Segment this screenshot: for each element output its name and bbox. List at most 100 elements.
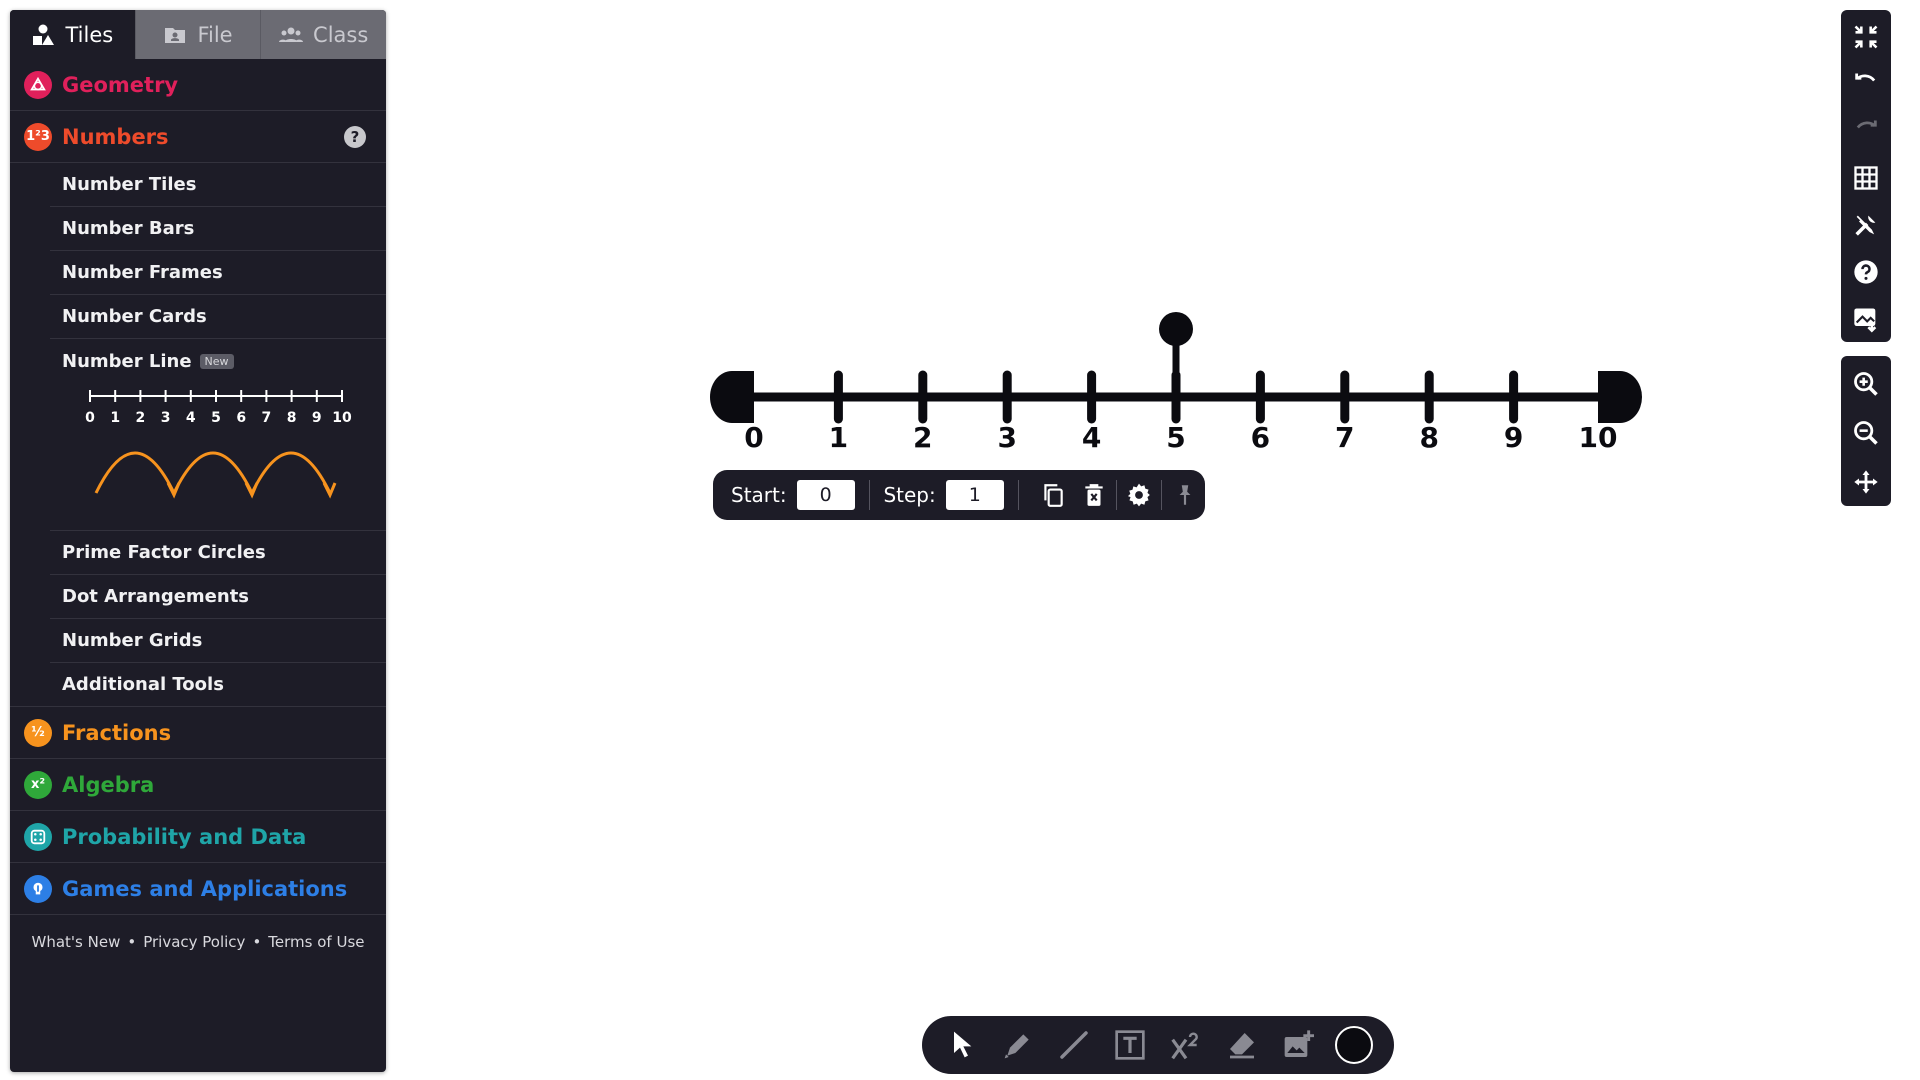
number-line-tile[interactable]: 0 1 2 3 4 5 6 7 8 9 10 — [700, 300, 1660, 460]
superscript-icon — [1171, 1032, 1198, 1060]
collapse-icon — [1854, 26, 1878, 49]
toolbar-separator — [1161, 480, 1163, 510]
category-fractions[interactable]: ½ Fractions — [10, 707, 386, 759]
panel-tabs: Tiles File Class — [10, 10, 386, 59]
category-algebra-label: Algebra — [62, 772, 155, 797]
select-tool-button[interactable] — [942, 1025, 982, 1065]
text-tool-button[interactable] — [1110, 1025, 1150, 1065]
number-line-tick-label: 4 — [1082, 421, 1101, 454]
zoom-in-button[interactable] — [1841, 360, 1891, 409]
number-line-right-cap[interactable] — [1598, 371, 1642, 423]
right-toolbar-main — [1841, 10, 1891, 342]
help-icon — [1854, 260, 1878, 284]
sidebar-item-prime-factor-circles[interactable]: Prime Factor Circles — [50, 531, 386, 575]
eraser-icon — [1230, 1033, 1254, 1059]
preview-tick-label: 2 — [136, 410, 146, 426]
algebra-icon: x² — [24, 770, 52, 799]
help-button[interactable] — [1841, 248, 1891, 295]
number-line-tick-label: 10 — [1579, 421, 1618, 454]
step-label: Step: — [883, 483, 936, 507]
color-swatch — [1335, 1026, 1373, 1064]
sidebar-item-number-bars[interactable]: Number Bars — [50, 207, 386, 251]
category-geometry[interactable]: Geometry — [10, 59, 386, 111]
tab-tiles[interactable]: Tiles — [10, 10, 135, 59]
item-label: Number Bars — [62, 218, 195, 239]
sidebar-item-number-frames[interactable]: Number Frames — [50, 251, 386, 295]
line-tool-button[interactable] — [1054, 1025, 1094, 1065]
item-label: Dot Arrangements — [62, 586, 250, 607]
item-label: Number Grids — [62, 630, 203, 651]
pen-icon — [1004, 1034, 1029, 1059]
right-toolbar-zoom — [1841, 356, 1891, 506]
tiles-panel: Tiles File Class Geometry 1²3 Numbers ? … — [10, 10, 386, 1072]
color-picker-button[interactable] — [1334, 1025, 1374, 1065]
undo-button[interactable] — [1841, 61, 1891, 108]
math-tool-button[interactable] — [1166, 1025, 1206, 1065]
insert-image-button[interactable] — [1278, 1025, 1318, 1065]
zoom-out-button[interactable] — [1841, 409, 1891, 458]
terms-of-use-link[interactable]: Terms of Use — [268, 933, 364, 951]
whats-new-link[interactable]: What's New — [32, 933, 121, 951]
export-image-button[interactable] — [1841, 295, 1891, 342]
number-line-marker[interactable] — [1159, 312, 1193, 346]
number-line-tick-label: 9 — [1504, 421, 1523, 454]
delete-button[interactable] — [1079, 478, 1108, 512]
dice-icon — [24, 822, 52, 851]
privacy-policy-link[interactable]: Privacy Policy — [143, 933, 245, 951]
start-input[interactable] — [796, 480, 855, 510]
fullscreen-exit-button[interactable] — [1841, 14, 1891, 61]
duplicate-button[interactable] — [1039, 478, 1068, 512]
tools-icon — [1855, 215, 1876, 236]
preview-tick-label: 0 — [85, 410, 95, 426]
sidebar-item-additional-tools[interactable]: Additional Tools — [10, 663, 386, 707]
text-box-icon — [1115, 1030, 1145, 1060]
category-probability-label: Probability and Data — [62, 824, 307, 849]
tab-tiles-label: Tiles — [65, 22, 114, 47]
numbers-help-icon[interactable]: ? — [344, 126, 366, 148]
preview-jump-arc — [250, 451, 332, 494]
preview-tick-label: 7 — [262, 410, 272, 426]
grid-button[interactable] — [1841, 155, 1891, 202]
preview-tick-label: 4 — [186, 410, 196, 426]
preview-tick-label: 9 — [312, 410, 322, 426]
category-numbers[interactable]: 1²3 Numbers ? — [10, 111, 386, 163]
tools-button[interactable] — [1841, 201, 1891, 248]
sidebar-item-number-grids[interactable]: Number Grids — [50, 619, 386, 663]
category-algebra[interactable]: x² Algebra — [10, 759, 386, 811]
tab-class[interactable]: Class — [260, 10, 386, 59]
preview-tick-label: 10 — [332, 410, 352, 426]
folder-icon — [165, 27, 186, 43]
number-line-tick-label: 0 — [744, 421, 763, 454]
sidebar-item-dot-arrangements[interactable]: Dot Arrangements — [50, 575, 386, 619]
preview-tick-label: 8 — [287, 410, 297, 426]
step-input[interactable] — [945, 480, 1004, 510]
redo-button[interactable] — [1841, 108, 1891, 155]
start-label: Start: — [731, 483, 787, 507]
item-label: Number Line — [62, 350, 192, 372]
number-line-preview[interactable]: 0 1 2 3 4 5 6 7 8 9 10 — [50, 383, 386, 531]
eraser-tool-button[interactable] — [1222, 1025, 1262, 1065]
sidebar-item-number-cards[interactable]: Number Cards — [50, 295, 386, 339]
pan-button[interactable] — [1841, 457, 1891, 506]
tab-class-label: Class — [313, 22, 369, 47]
sidebar-item-number-line[interactable]: Number Line New — [50, 339, 386, 383]
zoom-out-icon — [1854, 421, 1878, 445]
tab-file[interactable]: File — [134, 10, 261, 59]
panel-footer: What's New • Privacy Policy • Terms of Use — [10, 933, 386, 951]
number-line-tick-label: 3 — [997, 421, 1016, 454]
number-line-left-cap[interactable] — [710, 371, 754, 423]
category-numbers-label: Numbers — [62, 124, 169, 149]
sidebar-item-number-tiles[interactable]: Number Tiles — [50, 163, 386, 207]
preview-jump-arc — [172, 451, 254, 494]
numbers-icon: 1²3 — [24, 122, 52, 151]
image-download-icon — [1854, 308, 1877, 333]
lightbulb-icon — [24, 874, 52, 903]
item-label: Number Tiles — [62, 174, 197, 195]
category-games[interactable]: Games and Applications — [10, 863, 386, 915]
gear-icon — [1128, 483, 1150, 507]
category-probability[interactable]: Probability and Data — [10, 811, 386, 863]
item-label: Prime Factor Circles — [62, 542, 266, 563]
pen-tool-button[interactable] — [998, 1025, 1038, 1065]
pin-button[interactable] — [1170, 478, 1199, 512]
settings-button[interactable] — [1125, 478, 1154, 512]
